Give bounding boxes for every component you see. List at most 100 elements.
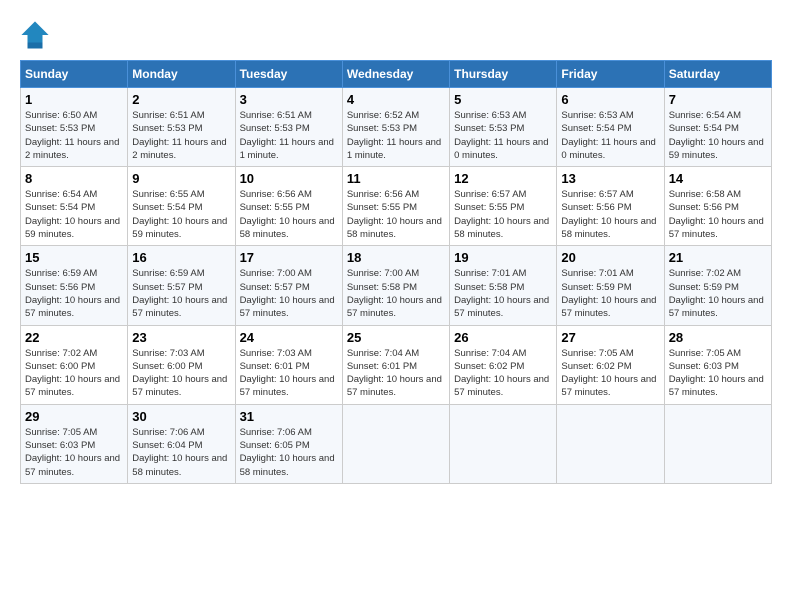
day-info: Sunrise: 6:55 AM Sunset: 5:54 PM Dayligh… xyxy=(132,188,230,241)
day-number: 26 xyxy=(454,330,552,345)
day-info: Sunrise: 6:59 AM Sunset: 5:57 PM Dayligh… xyxy=(132,267,230,320)
day-number: 3 xyxy=(240,92,338,107)
col-header-thursday: Thursday xyxy=(450,61,557,88)
day-info: Sunrise: 6:56 AM Sunset: 5:55 PM Dayligh… xyxy=(347,188,445,241)
day-info: Sunrise: 6:53 AM Sunset: 5:54 PM Dayligh… xyxy=(561,109,659,162)
day-number: 4 xyxy=(347,92,445,107)
day-cell: 2Sunrise: 6:51 AM Sunset: 5:53 PM Daylig… xyxy=(128,88,235,167)
day-number: 16 xyxy=(132,250,230,265)
day-number: 5 xyxy=(454,92,552,107)
col-header-monday: Monday xyxy=(128,61,235,88)
day-cell: 29 Sunrise: 7:05 AM Sunset: 6:03 PM Dayli… xyxy=(21,404,128,483)
day-number: 20 xyxy=(561,250,659,265)
day-info: Sunrise: 7:01 AM Sunset: 5:59 PM Dayligh… xyxy=(561,267,659,320)
week-row-5: 29 Sunrise: 7:05 AM Sunset: 6:03 PM Dayli… xyxy=(21,404,772,483)
day-cell: 20 Sunrise: 7:01 AM Sunset: 5:59 PM Dayli… xyxy=(557,246,664,325)
day-number: 6 xyxy=(561,92,659,107)
day-number: 25 xyxy=(347,330,445,345)
day-info: Sunrise: 6:57 AM Sunset: 5:55 PM Dayligh… xyxy=(454,188,552,241)
day-cell: 4 Sunrise: 6:52 AM Sunset: 5:53 PM Daylig… xyxy=(342,88,449,167)
day-number: 23 xyxy=(132,330,230,345)
day-cell: 15 Sunrise: 6:59 AM Sunset: 5:56 PM Dayli… xyxy=(21,246,128,325)
day-cell: 23 Sunrise: 7:03 AM Sunset: 6:00 PM Dayli… xyxy=(128,325,235,404)
day-number: 30 xyxy=(132,409,230,424)
logo xyxy=(20,20,54,50)
day-cell: 18 Sunrise: 7:00 AM Sunset: 5:58 PM Dayli… xyxy=(342,246,449,325)
day-number: 15 xyxy=(25,250,123,265)
day-cell: 9 Sunrise: 6:55 AM Sunset: 5:54 PM Daylig… xyxy=(128,167,235,246)
day-number: 1 xyxy=(25,92,123,107)
day-cell: 13 Sunrise: 6:57 AM Sunset: 5:56 PM Dayli… xyxy=(557,167,664,246)
day-info: Sunrise: 7:01 AM Sunset: 5:58 PM Dayligh… xyxy=(454,267,552,320)
day-info: Sunrise: 6:57 AM Sunset: 5:56 PM Dayligh… xyxy=(561,188,659,241)
day-info: Sunrise: 6:52 AM Sunset: 5:53 PM Dayligh… xyxy=(347,109,445,162)
day-cell: 3 Sunrise: 6:51 AM Sunset: 5:53 PM Daylig… xyxy=(235,88,342,167)
day-cell: 5 Sunrise: 6:53 AM Sunset: 5:53 PM Daylig… xyxy=(450,88,557,167)
day-info: Sunrise: 6:56 AM Sunset: 5:55 PM Dayligh… xyxy=(240,188,338,241)
day-info: Sunrise: 7:04 AM Sunset: 6:02 PM Dayligh… xyxy=(454,347,552,400)
day-cell: 10 Sunrise: 6:56 AM Sunset: 5:55 PM Dayli… xyxy=(235,167,342,246)
day-info: Sunrise: 6:54 AM Sunset: 5:54 PM Dayligh… xyxy=(669,109,767,162)
day-cell: 28 Sunrise: 7:05 AM Sunset: 6:03 PM Dayli… xyxy=(664,325,771,404)
day-info: Sunrise: 6:54 AM Sunset: 5:54 PM Dayligh… xyxy=(25,188,123,241)
day-cell: 21Sunrise: 7:02 AM Sunset: 5:59 PM Dayli… xyxy=(664,246,771,325)
day-cell: 11Sunrise: 6:56 AM Sunset: 5:55 PM Dayli… xyxy=(342,167,449,246)
day-info: Sunrise: 7:00 AM Sunset: 5:58 PM Dayligh… xyxy=(347,267,445,320)
day-info: Sunrise: 7:05 AM Sunset: 6:03 PM Dayligh… xyxy=(669,347,767,400)
day-number: 12 xyxy=(454,171,552,186)
day-cell: 26 Sunrise: 7:04 AM Sunset: 6:02 PM Dayli… xyxy=(450,325,557,404)
day-info: Sunrise: 6:58 AM Sunset: 5:56 PM Dayligh… xyxy=(669,188,767,241)
week-row-1: 1 Sunrise: 6:50 AM Sunset: 5:53 PM Daylig… xyxy=(21,88,772,167)
day-number: 22 xyxy=(25,330,123,345)
day-info: Sunrise: 7:05 AM Sunset: 6:03 PM Dayligh… xyxy=(25,426,123,479)
day-cell: 30Sunrise: 7:06 AM Sunset: 6:04 PM Dayli… xyxy=(128,404,235,483)
page-header xyxy=(20,20,772,50)
day-cell: 8 Sunrise: 6:54 AM Sunset: 5:54 PM Daylig… xyxy=(21,167,128,246)
calendar-table: SundayMondayTuesdayWednesdayThursdayFrid… xyxy=(20,60,772,484)
day-number: 14 xyxy=(669,171,767,186)
day-info: Sunrise: 6:50 AM Sunset: 5:53 PM Dayligh… xyxy=(25,109,123,162)
day-cell: 7 Sunrise: 6:54 AM Sunset: 5:54 PM Daylig… xyxy=(664,88,771,167)
day-cell xyxy=(664,404,771,483)
day-cell: 6 Sunrise: 6:53 AM Sunset: 5:54 PM Daylig… xyxy=(557,88,664,167)
day-cell: 31 Sunrise: 7:06 AM Sunset: 6:05 PM Dayli… xyxy=(235,404,342,483)
day-number: 27 xyxy=(561,330,659,345)
day-number: 8 xyxy=(25,171,123,186)
day-info: Sunrise: 6:51 AM Sunset: 5:53 PM Dayligh… xyxy=(132,109,230,162)
day-cell: 14 Sunrise: 6:58 AM Sunset: 5:56 PM Dayli… xyxy=(664,167,771,246)
day-number: 21 xyxy=(669,250,767,265)
day-cell xyxy=(450,404,557,483)
day-info: Sunrise: 7:03 AM Sunset: 6:01 PM Dayligh… xyxy=(240,347,338,400)
day-info: Sunrise: 7:00 AM Sunset: 5:57 PM Dayligh… xyxy=(240,267,338,320)
week-row-2: 8 Sunrise: 6:54 AM Sunset: 5:54 PM Daylig… xyxy=(21,167,772,246)
day-number: 9 xyxy=(132,171,230,186)
day-info: Sunrise: 6:51 AM Sunset: 5:53 PM Dayligh… xyxy=(240,109,338,162)
day-cell xyxy=(557,404,664,483)
day-number: 7 xyxy=(669,92,767,107)
col-header-wednesday: Wednesday xyxy=(342,61,449,88)
day-info: Sunrise: 7:02 AM Sunset: 6:00 PM Dayligh… xyxy=(25,347,123,400)
header-row: SundayMondayTuesdayWednesdayThursdayFrid… xyxy=(21,61,772,88)
logo-icon xyxy=(20,20,50,50)
day-number: 18 xyxy=(347,250,445,265)
day-info: Sunrise: 6:59 AM Sunset: 5:56 PM Dayligh… xyxy=(25,267,123,320)
day-cell: 16 Sunrise: 6:59 AM Sunset: 5:57 PM Dayli… xyxy=(128,246,235,325)
week-row-3: 15 Sunrise: 6:59 AM Sunset: 5:56 PM Dayli… xyxy=(21,246,772,325)
day-cell: 19Sunrise: 7:01 AM Sunset: 5:58 PM Dayli… xyxy=(450,246,557,325)
day-cell: 22 Sunrise: 7:02 AM Sunset: 6:00 PM Dayli… xyxy=(21,325,128,404)
day-cell: 1 Sunrise: 6:50 AM Sunset: 5:53 PM Daylig… xyxy=(21,88,128,167)
day-number: 29 xyxy=(25,409,123,424)
col-header-friday: Friday xyxy=(557,61,664,88)
day-info: Sunrise: 7:06 AM Sunset: 6:05 PM Dayligh… xyxy=(240,426,338,479)
day-cell xyxy=(342,404,449,483)
day-info: Sunrise: 6:53 AM Sunset: 5:53 PM Dayligh… xyxy=(454,109,552,162)
day-number: 10 xyxy=(240,171,338,186)
day-cell: 27 Sunrise: 7:05 AM Sunset: 6:02 PM Dayli… xyxy=(557,325,664,404)
day-number: 13 xyxy=(561,171,659,186)
day-info: Sunrise: 7:03 AM Sunset: 6:00 PM Dayligh… xyxy=(132,347,230,400)
day-info: Sunrise: 7:05 AM Sunset: 6:02 PM Dayligh… xyxy=(561,347,659,400)
day-cell: 17Sunrise: 7:00 AM Sunset: 5:57 PM Dayli… xyxy=(235,246,342,325)
day-number: 28 xyxy=(669,330,767,345)
day-number: 31 xyxy=(240,409,338,424)
col-header-tuesday: Tuesday xyxy=(235,61,342,88)
